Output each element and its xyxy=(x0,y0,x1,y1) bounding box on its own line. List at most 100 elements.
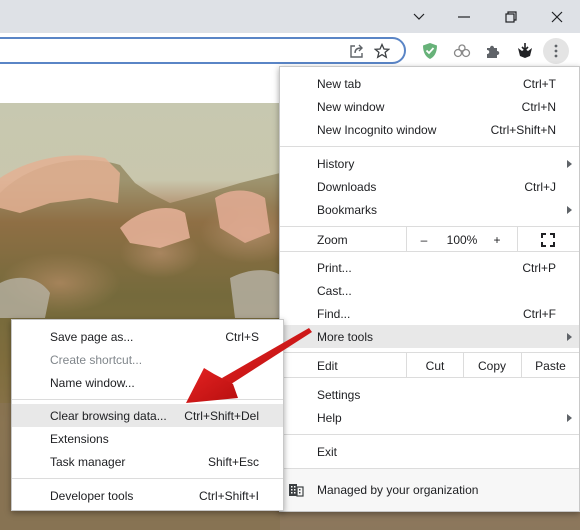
kebab-menu-icon xyxy=(554,44,558,58)
submenu-item-create-shortcut: Create shortcut... xyxy=(12,348,283,371)
zoom-label: Zoom xyxy=(317,232,348,247)
menu-item-settings[interactable]: Settings xyxy=(280,383,579,406)
restore-button[interactable] xyxy=(488,0,534,33)
menu-item-shortcut: Shift+Esc xyxy=(207,454,259,469)
more-tools-submenu: Save page as... Ctrl+S Create shortcut...… xyxy=(11,319,284,511)
menu-item-bookmarks[interactable]: Bookmarks xyxy=(280,198,579,221)
submenu-arrow-icon xyxy=(567,332,572,341)
menu-item-new-tab[interactable]: New tab Ctrl+T xyxy=(280,72,579,95)
menu-separator xyxy=(280,352,579,353)
menu-item-help[interactable]: Help xyxy=(280,406,579,429)
menu-separator xyxy=(280,377,579,378)
shield-check-icon xyxy=(423,43,437,59)
menu-item-label: Settings xyxy=(317,387,361,402)
zoom-out-button[interactable]: – xyxy=(414,228,434,251)
chrome-menu-button[interactable] xyxy=(543,38,569,64)
adguard-extension-button[interactable] xyxy=(420,41,440,61)
fullscreen-button[interactable] xyxy=(538,230,558,250)
toolbar xyxy=(0,33,580,67)
menu-item-label: Help xyxy=(317,410,342,425)
menu-item-label: New Incognito window xyxy=(317,122,437,137)
menu-item-shortcut: Ctrl+Shift+I xyxy=(198,488,259,503)
menu-item-new-window[interactable]: New window Ctrl+N xyxy=(280,95,579,118)
submenu-item-task-manager[interactable]: Task manager Shift+Esc xyxy=(12,450,283,473)
menu-item-label: Task manager xyxy=(50,454,126,469)
menu-item-history[interactable]: History xyxy=(280,152,579,175)
menu-item-label: Find... xyxy=(317,306,351,321)
extensions-button[interactable] xyxy=(483,41,503,61)
menu-item-label: History xyxy=(317,156,355,171)
menu-item-label: New tab xyxy=(317,76,362,91)
menu-separator xyxy=(280,226,579,227)
menu-item-label: Bookmarks xyxy=(317,202,378,217)
cut-button[interactable]: Cut xyxy=(407,354,463,377)
menu-item-label: More tools xyxy=(317,329,374,344)
managed-by-organization[interactable]: Managed by your organization xyxy=(280,469,579,511)
menu-item-shortcut: Ctrl+P xyxy=(522,260,556,275)
edit-label: Edit xyxy=(317,358,338,373)
chevron-down-icon xyxy=(413,13,425,20)
menu-item-shortcut: Ctrl+J xyxy=(524,179,556,194)
menu-item-shortcut: Ctrl+Shift+N xyxy=(490,122,556,137)
address-bar[interactable] xyxy=(0,37,406,64)
menu-item-label: Extensions xyxy=(50,431,109,446)
title-bar xyxy=(0,0,580,33)
submenu-item-name-window[interactable]: Name window... xyxy=(12,371,283,394)
menu-separator xyxy=(12,478,283,479)
submenu-item-clear-browsing-data[interactable]: Clear browsing data... Ctrl+Shift+Del xyxy=(12,404,283,427)
menu-item-label: Exit xyxy=(317,444,338,459)
menu-item-label: Save page as... xyxy=(50,329,134,344)
menu-item-find[interactable]: Find... Ctrl+F xyxy=(280,302,579,325)
chrome-main-menu: New tab Ctrl+T New window Ctrl+N New Incog… xyxy=(279,66,580,512)
submenu-item-extensions[interactable]: Extensions xyxy=(12,427,283,450)
menu-item-label: Cast... xyxy=(317,283,352,298)
submenu-item-developer-tools[interactable]: Developer tools Ctrl+Shift+I xyxy=(12,484,283,507)
star-icon xyxy=(374,43,390,59)
zoom-in-button[interactable]: + xyxy=(487,228,507,251)
bookmark-button[interactable] xyxy=(372,41,392,61)
menu-item-label: Create shortcut... xyxy=(50,352,143,367)
menu-item-label: Print... xyxy=(317,260,352,275)
menu-item-more-tools[interactable]: More tools xyxy=(280,325,579,348)
menu-item-cast[interactable]: Cast... xyxy=(280,279,579,302)
submenu-arrow-icon xyxy=(567,159,572,168)
link-extension-button[interactable] xyxy=(452,41,472,61)
menu-item-print[interactable]: Print... Ctrl+P xyxy=(280,256,579,279)
menu-separator xyxy=(280,251,579,252)
copy-button[interactable]: Copy xyxy=(464,354,520,377)
menu-item-shortcut: Ctrl+F xyxy=(523,306,556,321)
fullscreen-icon xyxy=(541,233,555,247)
menu-item-label: Clear browsing data... xyxy=(50,408,167,423)
close-window-button[interactable] xyxy=(534,0,580,33)
submenu-arrow-icon xyxy=(567,413,572,422)
zoom-divider xyxy=(406,227,407,251)
menu-item-downloads[interactable]: Downloads Ctrl+J xyxy=(280,175,579,198)
menu-item-label: Downloads xyxy=(317,179,377,194)
building-icon xyxy=(289,484,304,497)
minimize-button[interactable] xyxy=(441,0,487,33)
paste-button[interactable]: Paste xyxy=(522,354,579,377)
link-gears-icon xyxy=(453,44,471,58)
menu-item-exit[interactable]: Exit xyxy=(280,440,579,463)
tab-search-button[interactable] xyxy=(396,0,442,33)
zoom-divider xyxy=(517,227,518,251)
download-extension-button[interactable] xyxy=(515,41,535,61)
minimize-icon xyxy=(458,15,470,18)
menu-item-new-incognito-window[interactable]: New Incognito window Ctrl+Shift+N xyxy=(280,118,579,141)
menu-separator xyxy=(12,399,283,400)
menu-item-shortcut: Ctrl+N xyxy=(521,99,556,114)
menu-separator xyxy=(280,146,579,147)
share-icon xyxy=(350,44,363,58)
menu-separator xyxy=(280,434,579,435)
menu-item-shortcut: Ctrl+S xyxy=(225,329,259,344)
submenu-item-save-page-as[interactable]: Save page as... Ctrl+S xyxy=(12,325,283,348)
menu-item-label: New window xyxy=(317,99,385,114)
menu-item-label: Name window... xyxy=(50,375,135,390)
puzzle-icon xyxy=(487,45,500,58)
restore-icon xyxy=(505,10,517,23)
share-button[interactable] xyxy=(347,41,367,61)
zoom-level-value: 100% xyxy=(446,232,478,247)
menu-item-shortcut: Ctrl+T xyxy=(523,76,556,91)
submenu-arrow-icon xyxy=(567,205,572,214)
managed-label: Managed by your organization xyxy=(317,483,479,497)
